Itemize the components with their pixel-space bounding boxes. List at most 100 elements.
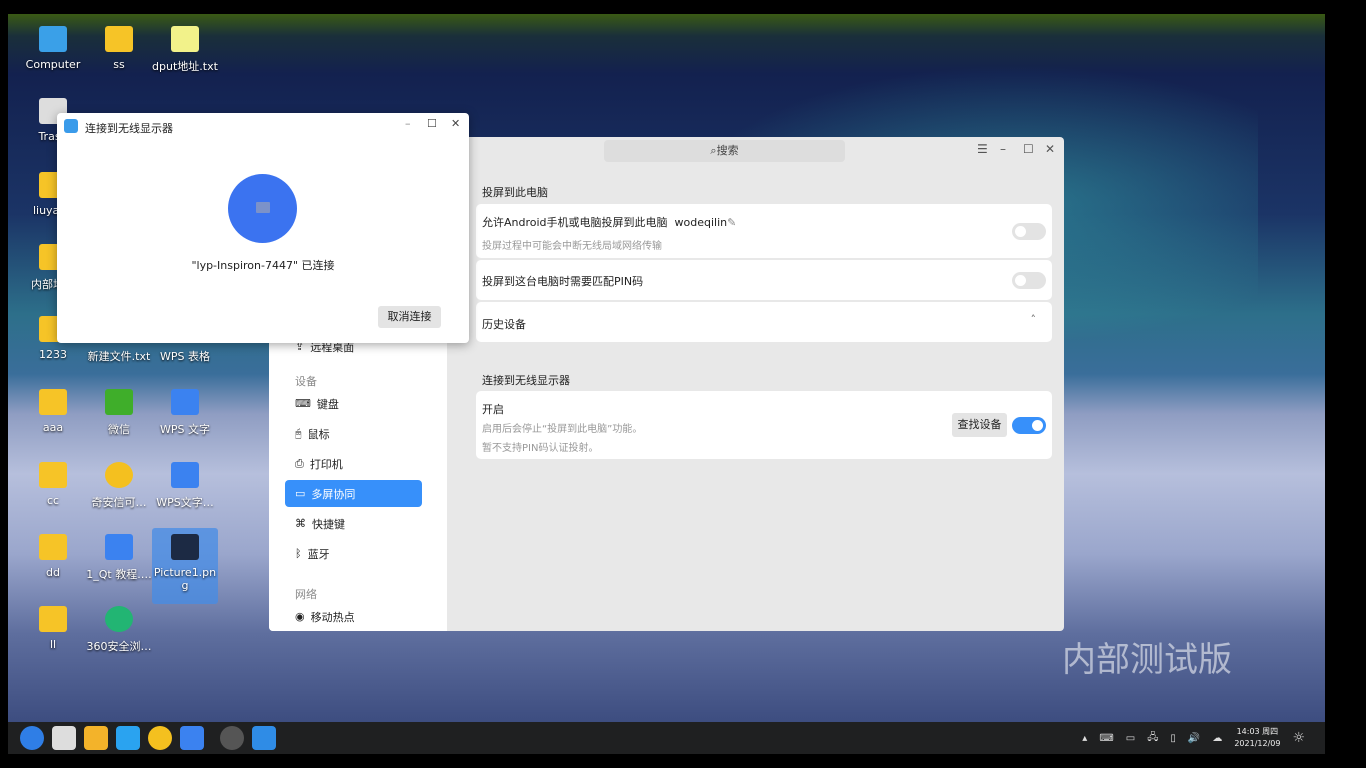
desktop-icon[interactable]: ss [86,26,152,71]
pin-card: 投屏到这台电脑时需要匹配PIN码 [476,260,1052,300]
folder-icon [39,389,67,415]
weather-icon[interactable]: ☁ [1212,733,1222,744]
desktop-icon[interactable]: Computer [20,26,86,71]
notification-icon[interactable]: ▭ [1126,733,1135,744]
desktop-icon-label: Computer [25,58,81,71]
taskbar: ▴ ⌨ ▭ 🖧 ▯ 🔊 ☁ 14:03 周四 2021/12/09 ☼ [8,722,1325,754]
mouse-icon: 🖰 [295,426,302,440]
shortcut-icon: ⌘ [295,517,306,530]
disconnect-button[interactable]: 取消连接 [378,306,441,328]
desktop-icon[interactable]: WPS文字… [152,462,218,510]
multiscreen-app-button[interactable] [252,726,276,750]
wireless-display-card: 开启 启用后会停止“投屏到此电脑”功能。 暂不支持PIN码认证投射。 查找设备 [476,391,1052,459]
pin-label: 投屏到这台电脑时需要匹配PIN码 [482,275,644,288]
sidebar-item-label: 鼠标 [307,427,330,441]
sidebar-item-multiscreen[interactable]: ▭ 多屏协同 [285,480,422,507]
wps-button[interactable] [180,726,204,750]
text-icon [171,26,199,52]
bluetooth-icon: ᛒ [295,547,302,560]
sidebar-item-hotspot[interactable]: ◉ 移动热点 [285,603,422,630]
hotspot-icon: ◉ [295,610,305,623]
image-icon [171,534,199,560]
settings-main: ⌕搜索 ☰ – ☐ ✕ 投屏到此电脑 允许Android手机或电脑投屏到此电脑 … [447,137,1064,631]
desktop-icon-label: dput地址.txt [152,60,218,73]
search-input[interactable]: ⌕搜索 [604,140,845,162]
wps-icon [171,389,199,415]
sidebar-item-label: 蓝牙 [307,547,330,561]
start-menu-button[interactable] [20,726,44,750]
brightness-icon[interactable]: ☼ [1292,730,1305,746]
allow-projection-label: 允许Android手机或电脑投屏到此电脑 [482,216,668,229]
volume-icon[interactable]: 🔊 [1188,733,1200,744]
browser-button[interactable] [148,726,172,750]
desktop-icon[interactable]: aaa [20,389,86,434]
multitask-button[interactable] [52,726,76,750]
desktop-icon[interactable]: cc [20,462,86,507]
allow-projection-toggle[interactable] [1012,223,1046,240]
app-store-button[interactable] [116,726,140,750]
desktop-icon[interactable]: 360安全浏… [86,606,152,654]
desktop-icon[interactable]: WPS 文字 [152,389,218,437]
wireless-hint-2: 暂不支持PIN码认证投射。 [482,443,599,454]
connection-status: "lyp-Inspiron-7447" 已连接 [191,259,335,272]
desktop-icon[interactable]: 微信 [86,389,152,437]
sidebar-item-label: 移动热点 [310,610,355,624]
settings-button[interactable] [220,726,244,750]
sidebar-item-bluetooth[interactable]: ᛒ 蓝牙 [285,540,422,567]
menu-icon[interactable]: ☰ [977,142,988,156]
monitor-icon [256,202,270,213]
close-button[interactable]: ✕ [1045,142,1055,156]
close-button[interactable]: ✕ [451,117,460,130]
wps-icon [105,534,133,560]
multiscreen-icon: ▭ [295,487,306,500]
desktop-icon[interactable]: 奇安信可… [86,462,152,510]
desktop-icon[interactable]: Picture1.png [152,528,218,604]
find-devices-button[interactable]: 查找设备 [952,413,1007,437]
desktop-icon-label: WPS文字… [156,496,214,509]
history-devices-row[interactable]: 历史设备 ˄ [476,302,1052,342]
desktop-icon-label: 微信 [108,423,130,436]
usb-icon[interactable]: ▯ [1170,733,1176,744]
file-manager-button[interactable] [84,726,108,750]
minimize-button[interactable]: – [1000,142,1006,156]
maximize-button[interactable]: ☐ [1023,142,1034,156]
edit-icon[interactable]: ✎ [727,216,736,229]
computer-icon [39,26,67,52]
sidebar-item-keyboard[interactable]: ⌨ 键盘 [285,390,422,417]
desktop-icon-label: 奇安信可… [91,496,147,509]
folder-icon [105,26,133,52]
date: 2021/12/09 [1234,739,1281,748]
sidebar-item-mouse[interactable]: 🖰 鼠标 [285,420,422,447]
folder-icon [39,606,67,632]
desktop-icon-label: aaa [42,421,64,434]
desktop-icon-label: 新建文件.txt [87,350,151,363]
desktop-icon[interactable]: 1_Qt 教程.… [86,534,152,582]
maximize-button[interactable]: ☐ [427,117,437,130]
minimize-button[interactable]: – [405,117,411,130]
desktop-icon-label: cc [46,494,60,507]
sidebar-item-label: 快捷键 [312,517,345,531]
display-icon-circle [228,174,297,243]
tray-expand-icon[interactable]: ▴ [1082,733,1087,744]
sidebar-item-shortcuts[interactable]: ⌘ 快捷键 [285,510,422,537]
desktop-icon-label: 360安全浏… [86,640,152,653]
wireless-toggle[interactable] [1012,417,1046,434]
time: 14:03 周四 [1236,727,1279,736]
desktop-icon[interactable]: dput地址.txt [152,26,218,74]
input-method-icon[interactable]: ⌨ [1099,733,1113,744]
sidebar-item-label: 打印机 [309,457,343,471]
desktop-icon[interactable]: dd [20,534,86,579]
pin-toggle[interactable] [1012,272,1046,289]
printer-icon: ⎙ [295,456,304,470]
folder-icon [39,462,67,488]
search-placeholder: 搜索 [716,144,739,157]
sidebar-item-printer[interactable]: ⎙ 打印机 [285,450,422,477]
clock[interactable]: 14:03 周四 2021/12/09 [1234,726,1280,750]
dialog-title: 连接到无线显示器 [85,122,173,135]
desktop-icon-label: 1_Qt 教程.… [86,568,152,581]
wechat-icon [105,389,133,415]
desktop-icon-label: WPS 文字 [160,423,210,436]
network-icon[interactable]: 🖧 [1147,730,1158,747]
chevron-up-icon[interactable]: ˄ [1031,313,1037,326]
desktop-icon[interactable]: ll [20,606,86,651]
